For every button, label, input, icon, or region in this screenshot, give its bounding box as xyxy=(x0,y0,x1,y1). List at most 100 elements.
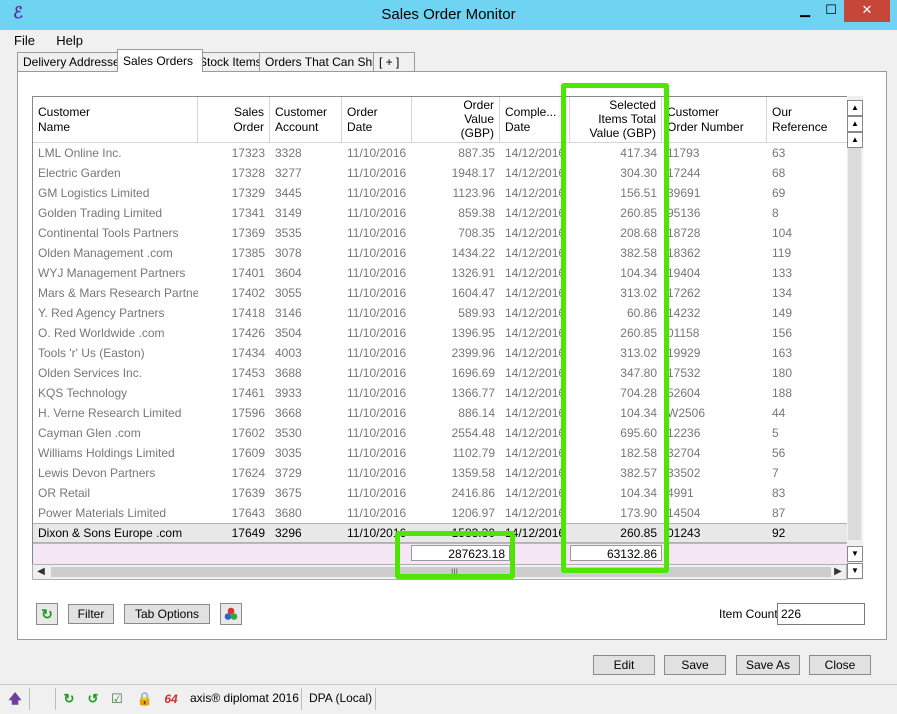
cell-value: 1366.77 xyxy=(451,386,495,400)
table-row[interactable]: Dixon & Sons Europe .com 17649 3296 11/10/2… xyxy=(33,523,848,543)
table-row[interactable]: Mars & Mars Research Partners 17402 3055 11… xyxy=(33,283,848,303)
horizontal-scrollbar[interactable]: ◀ ||| ▶ xyxy=(32,564,847,580)
cell-name: WYJ Management Partners xyxy=(38,266,186,280)
table-row[interactable]: GM Logistics Limited 17329 3445 11/10/2016 1… xyxy=(33,183,848,203)
cell-sel: 173.90 xyxy=(620,506,657,520)
cell-sel: 304.30 xyxy=(620,166,657,180)
cell-date: 11/10/2016 xyxy=(347,206,407,220)
cell-cust_order: 33502 xyxy=(667,466,701,480)
cell-date: 11/10/2016 xyxy=(347,406,407,420)
cell-ref: 156 xyxy=(772,326,793,340)
table-row[interactable]: Tools 'r' Us (Easton) 17434 4003 11/10/2016… xyxy=(33,343,848,363)
cell-order: 17453 xyxy=(231,366,265,380)
column-header-date[interactable]: Order Date xyxy=(342,97,412,143)
cell-date: 11/10/2016 xyxy=(347,306,407,320)
cell-comp: 14/12/2016 xyxy=(505,386,566,400)
cell-value: 2554.48 xyxy=(451,426,495,440)
cell-ref: 69 xyxy=(772,186,786,200)
table-row[interactable]: OR Retail 17639 3675 11/10/2016 2416.86 14/12… xyxy=(33,483,848,503)
tab-stock-items[interactable]: Stock Items xyxy=(193,52,269,71)
lock-icon[interactable]: 🔒 xyxy=(136,690,154,708)
table-row[interactable]: Power Materials Limited 17643 3680 11/10/20… xyxy=(33,503,848,523)
cell-account: 3149 xyxy=(275,206,302,220)
scroll-up-icon[interactable]: ▲ xyxy=(847,132,863,148)
cell-ref: 188 xyxy=(772,386,793,400)
item-count-field[interactable] xyxy=(777,603,865,625)
column-header-comp[interactable]: Comple... Date xyxy=(500,97,570,143)
cell-account: 3078 xyxy=(275,246,302,260)
cell-cust_order: 17244 xyxy=(667,166,701,180)
upload-arrow-icon[interactable]: 🡅 xyxy=(6,690,24,708)
table-row[interactable]: Y. Red Agency Partners 17418 3146 11/10/201… xyxy=(33,303,848,323)
cell-sel: 313.02 xyxy=(620,346,657,360)
cell-comp: 14/12/2016 xyxy=(505,186,566,200)
table-row[interactable]: Olden Management .com 17385 3078 11/10/2016… xyxy=(33,243,848,263)
table-row[interactable]: LML Online Inc. 17323 3328 11/10/2016 887.35… xyxy=(33,143,848,163)
table-row[interactable]: Williams Holdings Limited 17609 3035 11/10/… xyxy=(33,443,848,463)
horizontal-scroll-thumb[interactable]: ||| xyxy=(51,567,831,577)
scroll-bottom-icon[interactable]: ▼ xyxy=(847,563,863,579)
column-header-name[interactable]: Customer Name xyxy=(33,97,198,143)
tab-delivery-addresses[interactable]: Delivery Addresses xyxy=(17,52,128,71)
cell-account: 3504 xyxy=(275,326,302,340)
scroll-down-icon[interactable]: ▼ xyxy=(847,546,863,562)
menu-file[interactable]: File xyxy=(14,33,35,48)
cell-ref: 163 xyxy=(772,346,793,360)
column-header-sel[interactable]: Selected Items Total Value (GBP) xyxy=(570,97,662,143)
cell-sel: 347.80 xyxy=(620,366,657,380)
cell-sel: 417.34 xyxy=(620,146,657,160)
table-row[interactable]: H. Verne Research Limited 17596 3668 11/10/… xyxy=(33,403,848,423)
tab-orders-that-can-ship[interactable]: Orders That Can Ship xyxy=(259,52,383,71)
scroll-top-icon[interactable]: ▲ xyxy=(847,100,863,116)
filter-button[interactable]: Filter xyxy=(68,604,114,624)
tab-sales-orders[interactable]: Sales Orders xyxy=(117,49,203,72)
table-row[interactable]: Golden Trading Limited 17341 3149 11/10/201… xyxy=(33,203,848,223)
close-window-button[interactable]: ✕ xyxy=(844,0,890,22)
tab-add[interactable]: [ + ] xyxy=(373,52,415,71)
cell-value: 589.93 xyxy=(458,306,495,320)
column-header-account[interactable]: Customer Account xyxy=(270,97,342,143)
orders-grid[interactable]: Customer Name Sales Order Customer Account… xyxy=(32,96,849,566)
refresh-icon[interactable]: ↻ xyxy=(36,603,58,625)
cell-comp: 14/12/2016 xyxy=(505,306,566,320)
scroll-left-icon[interactable]: ◀ xyxy=(33,565,49,579)
close-button[interactable]: Close xyxy=(809,655,871,675)
cell-ref: 8 xyxy=(772,206,779,220)
refresh-status-icon[interactable]: ↻ xyxy=(60,690,78,708)
column-header-ref[interactable]: Our Reference xyxy=(767,97,848,143)
column-header-cust_order[interactable]: Customer Order Number xyxy=(662,97,767,143)
cell-account: 3055 xyxy=(275,286,302,300)
edit-button[interactable]: Edit xyxy=(593,655,655,675)
cell-value: 2399.96 xyxy=(451,346,495,360)
scroll-right-icon[interactable]: ▶ xyxy=(830,565,846,579)
cell-cust_order: 32704 xyxy=(667,446,701,460)
cell-name: Tools 'r' Us (Easton) xyxy=(38,346,145,360)
colors-icon[interactable] xyxy=(220,603,242,625)
vertical-scrollbar[interactable]: ▲ ▲ ▲ ▼ ▼ xyxy=(847,96,863,580)
table-row[interactable]: Olden Services Inc. 17453 3688 11/10/2016 16… xyxy=(33,363,848,383)
table-row[interactable]: O. Red Worldwide .com 17426 3504 11/10/2016… xyxy=(33,323,848,343)
table-row[interactable]: KQS Technology 17461 3933 11/10/2016 1366.77… xyxy=(33,383,848,403)
table-row[interactable]: Lewis Devon Partners 17624 3729 11/10/2016 1… xyxy=(33,463,848,483)
cell-cust_order: 17262 xyxy=(667,286,701,300)
column-header-value[interactable]: Order Value (GBP) xyxy=(412,97,500,143)
table-row[interactable]: Electric Garden 17328 3277 11/10/2016 1948.1… xyxy=(33,163,848,183)
cell-account: 3688 xyxy=(275,366,302,380)
cell-ref: 104 xyxy=(772,226,793,240)
minimize-button[interactable]: ▁ xyxy=(792,0,818,22)
cell-order: 17329 xyxy=(231,186,265,200)
vertical-scroll-track[interactable] xyxy=(848,148,861,540)
table-row[interactable]: Continental Tools Partners 17369 3535 11/10… xyxy=(33,223,848,243)
menu-help[interactable]: Help xyxy=(56,33,83,48)
sync-icon[interactable]: ↺ xyxy=(84,690,102,708)
save-button[interactable]: Save xyxy=(664,655,726,675)
checklist-icon[interactable]: ☑ xyxy=(108,690,126,708)
maximize-button[interactable]: ☐ xyxy=(818,0,844,22)
item-count-label: Item Count xyxy=(719,607,778,621)
column-header-order[interactable]: Sales Order xyxy=(198,97,270,143)
save-as-button[interactable]: Save As xyxy=(736,655,800,675)
tab-options-button[interactable]: Tab Options xyxy=(124,604,210,624)
page-up-icon[interactable]: ▲ xyxy=(847,116,863,132)
table-row[interactable]: WYJ Management Partners 17401 3604 11/10/20… xyxy=(33,263,848,283)
table-row[interactable]: Cayman Glen .com 17602 3530 11/10/2016 2554.… xyxy=(33,423,848,443)
